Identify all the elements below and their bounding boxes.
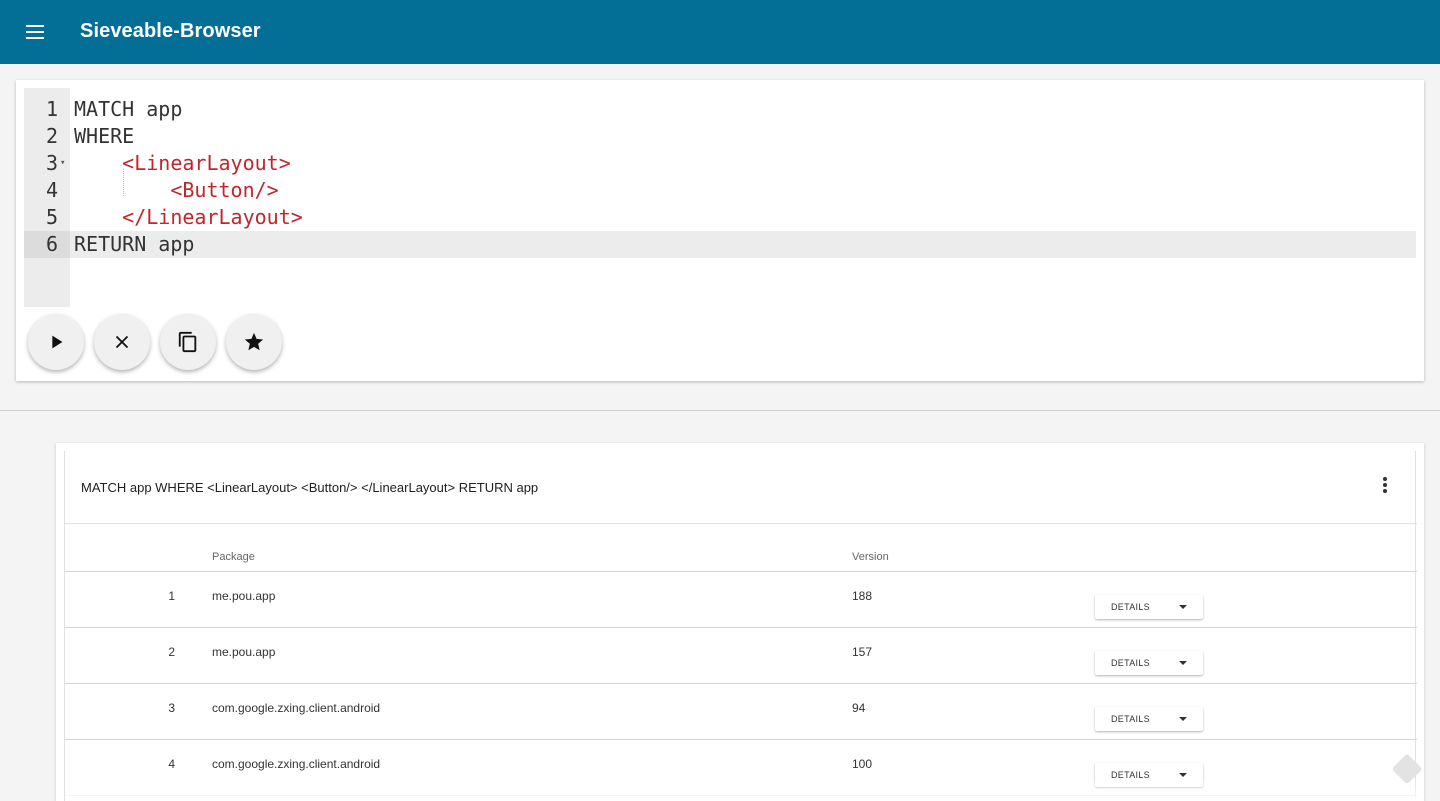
line-number: 6	[24, 231, 70, 258]
clear-query-button[interactable]	[94, 314, 150, 370]
more-vert-icon[interactable]	[1375, 473, 1395, 497]
caret-down-icon	[1179, 661, 1187, 665]
row-index: 4	[168, 757, 175, 771]
row-index: 2	[168, 645, 175, 659]
results-card: MATCH app WHERE <LinearLayout> <Button/>…	[56, 443, 1424, 801]
close-icon	[115, 335, 129, 349]
code-text: MATCH app	[74, 97, 183, 121]
row-index: 3	[168, 701, 175, 715]
hamburger-menu-icon[interactable]	[22, 20, 50, 44]
code-text: RETURN app	[74, 232, 195, 256]
caret-down-icon	[1179, 605, 1187, 609]
divider	[65, 523, 1417, 524]
star-icon	[244, 332, 264, 351]
fold-toggle-icon[interactable]: ▾	[60, 150, 65, 177]
results-panel: MATCH app WHERE <LinearLayout> <Button/>…	[64, 451, 1417, 801]
caret-down-icon	[1179, 717, 1187, 721]
table-row: 3 com.google.zxing.client.android 94 DET…	[65, 684, 1417, 740]
details-dropdown-button[interactable]: DETAILS	[1095, 707, 1203, 731]
version-code: 157	[852, 645, 873, 659]
code-text: <LinearLayout>	[74, 151, 291, 175]
indent-guide	[123, 169, 124, 196]
line-number: 1	[45, 97, 58, 121]
app-title: Sieveable-Browser	[80, 20, 261, 42]
copy-icon	[178, 331, 197, 353]
editor-line-active[interactable]: 6 RETURN app	[24, 231, 1416, 258]
code-text: <Button/>	[74, 178, 279, 202]
code-editor[interactable]: 1 MATCH app 2 WHERE 3 ▾ <LinearLayout> 4…	[24, 88, 1416, 307]
table-row: 1 me.pou.app 188 DETAILS	[65, 572, 1417, 628]
scroll-fade	[65, 779, 1417, 801]
caret-down-icon	[1179, 773, 1187, 777]
result-query-title: MATCH app WHERE <LinearLayout> <Button/>…	[81, 480, 539, 495]
version-code: 94	[852, 701, 866, 715]
table-row: 2 me.pou.app 157 DETAILS	[65, 628, 1417, 684]
editor-line[interactable]: 1 MATCH app	[24, 96, 1416, 123]
app-bar: Sieveable-Browser	[0, 0, 1440, 64]
section-divider	[0, 410, 1440, 411]
code-text: </LinearLayout>	[74, 205, 303, 229]
editor-line[interactable]: 2 WHERE	[24, 123, 1416, 150]
package-name: com.google.zxing.client.android	[212, 701, 381, 715]
details-dropdown-button[interactable]: DETAILS	[1095, 595, 1203, 619]
details-label: DETAILS	[1111, 658, 1150, 668]
version-code: 100	[852, 757, 873, 771]
column-header-version[interactable]: Version	[852, 551, 889, 563]
details-dropdown-button[interactable]: DETAILS	[1095, 651, 1203, 675]
code-text: WHERE	[74, 124, 135, 148]
line-number: 5	[45, 205, 58, 229]
details-label: DETAILS	[1111, 714, 1150, 724]
package-name: com.google.zxing.client.android	[212, 757, 381, 771]
column-header-package[interactable]: Package	[212, 551, 255, 563]
query-editor-card: 1 MATCH app 2 WHERE 3 ▾ <LinearLayout> 4…	[16, 80, 1424, 381]
editor-line[interactable]: 5 </LinearLayout>	[24, 204, 1416, 231]
package-name: me.pou.app	[212, 645, 276, 659]
line-number: 2	[45, 124, 58, 148]
editor-line[interactable]: 3 ▾ <LinearLayout>	[24, 150, 1416, 177]
row-index: 1	[168, 589, 175, 603]
copy-query-button[interactable]	[160, 314, 216, 370]
package-name: me.pou.app	[212, 589, 276, 603]
editor-line[interactable]: 4 <Button/>	[24, 177, 1416, 204]
line-number: 4	[45, 178, 58, 202]
play-icon	[52, 335, 63, 349]
run-query-button[interactable]	[28, 314, 84, 370]
version-code: 188	[852, 589, 873, 603]
favorite-query-button[interactable]	[226, 314, 282, 370]
details-label: DETAILS	[1111, 602, 1150, 612]
